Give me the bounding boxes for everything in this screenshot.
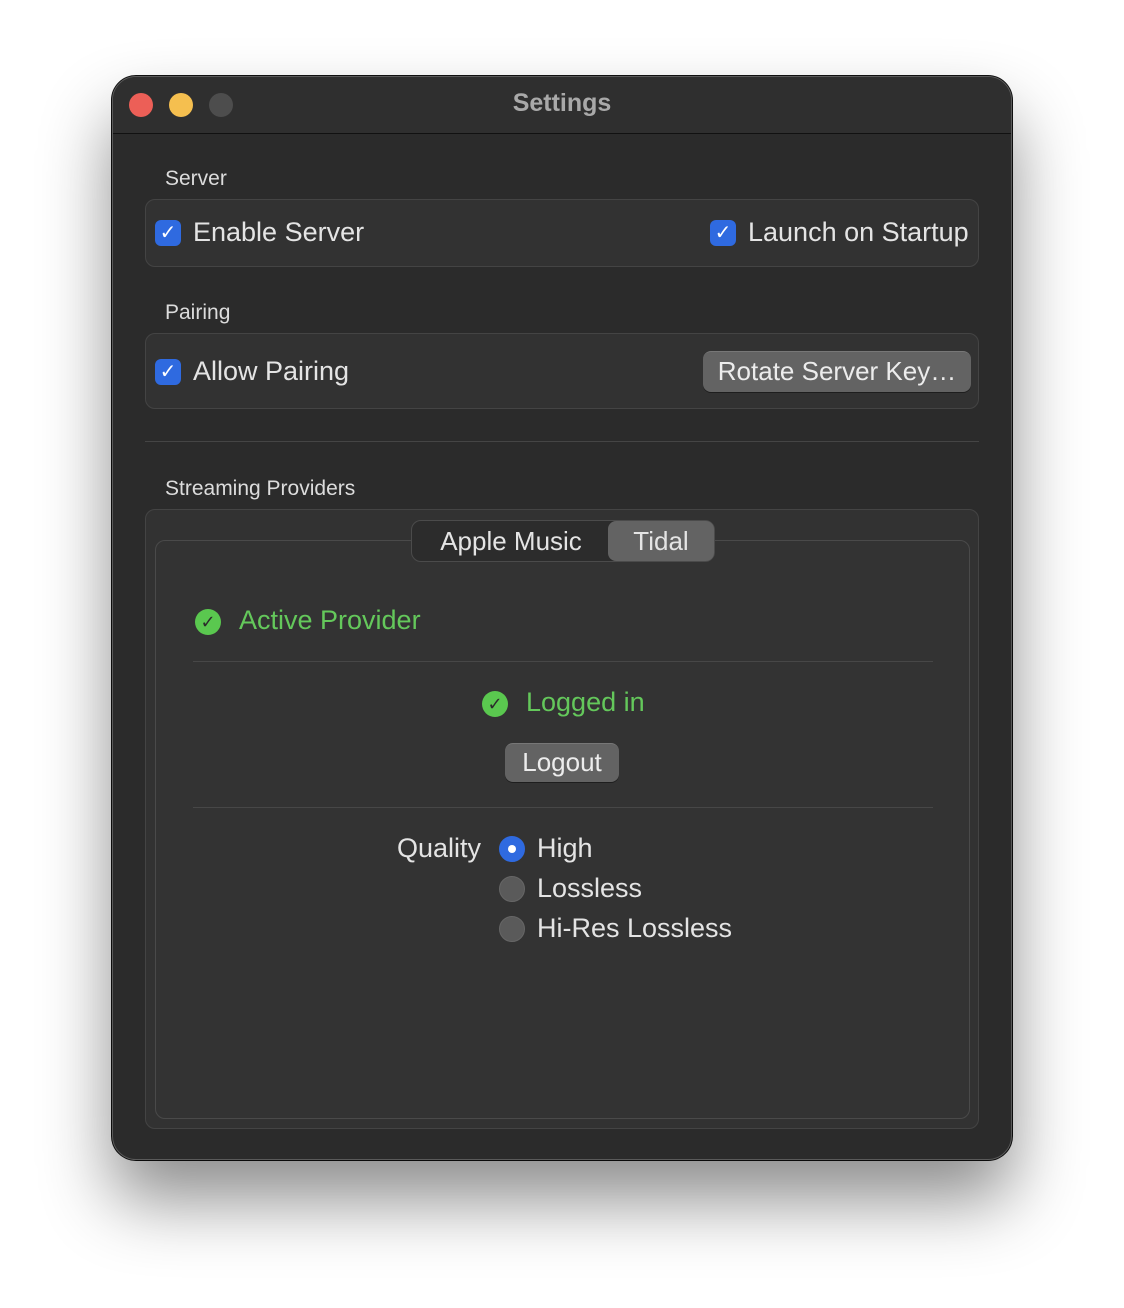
active-provider-check-icon: ✓ [195, 609, 221, 635]
content-divider-1 [193, 661, 933, 662]
section-divider [145, 441, 979, 442]
title-bar: Settings [113, 77, 1011, 134]
pairing-box: ✓ Allow Pairing Rotate Server Key… [145, 333, 979, 409]
quality-label: Quality [397, 833, 482, 863]
quality-radio-hi-res-lossless[interactable] [499, 916, 525, 942]
window-title: Settings [512, 89, 612, 117]
settings-window: Settings Server ✓ Enable Server ✓ Launch… [112, 76, 1012, 1160]
content-divider-2 [193, 807, 933, 808]
server-box: ✓ Enable Server ✓ Launch on Startup [145, 199, 979, 267]
quality-radio-high[interactable] [499, 836, 525, 862]
tab-tidal[interactable]: Tidal [608, 521, 714, 561]
provider-tab-control: Apple Music Tidal [411, 520, 715, 562]
enable-server-label[interactable]: Enable Server [193, 217, 364, 248]
rotate-server-key-button[interactable]: Rotate Server Key… [703, 351, 971, 392]
pairing-section-label: Pairing [165, 301, 231, 324]
logged-in-status: Logged in [526, 687, 645, 717]
allow-pairing-label[interactable]: Allow Pairing [193, 356, 349, 387]
quality-radio-lossless[interactable] [499, 876, 525, 902]
tab-apple-music[interactable]: Apple Music [414, 521, 608, 561]
streaming-section-label: Streaming Providers [165, 477, 356, 500]
launch-on-startup-checkbox[interactable]: ✓ [710, 220, 736, 246]
launch-on-startup-label[interactable]: Launch on Startup [748, 217, 969, 248]
logged-in-check-icon: ✓ [482, 691, 508, 717]
quality-option-high[interactable]: High [537, 833, 593, 864]
quality-option-lossless[interactable]: Lossless [537, 873, 642, 904]
enable-server-checkbox[interactable]: ✓ [155, 220, 181, 246]
quality-option-hi-res-lossless[interactable]: Hi-Res Lossless [537, 913, 732, 944]
allow-pairing-checkbox[interactable]: ✓ [155, 359, 181, 385]
server-section-label: Server [165, 167, 227, 190]
active-provider-status: Active Provider [239, 605, 421, 635]
logout-button[interactable]: Logout [505, 743, 619, 782]
